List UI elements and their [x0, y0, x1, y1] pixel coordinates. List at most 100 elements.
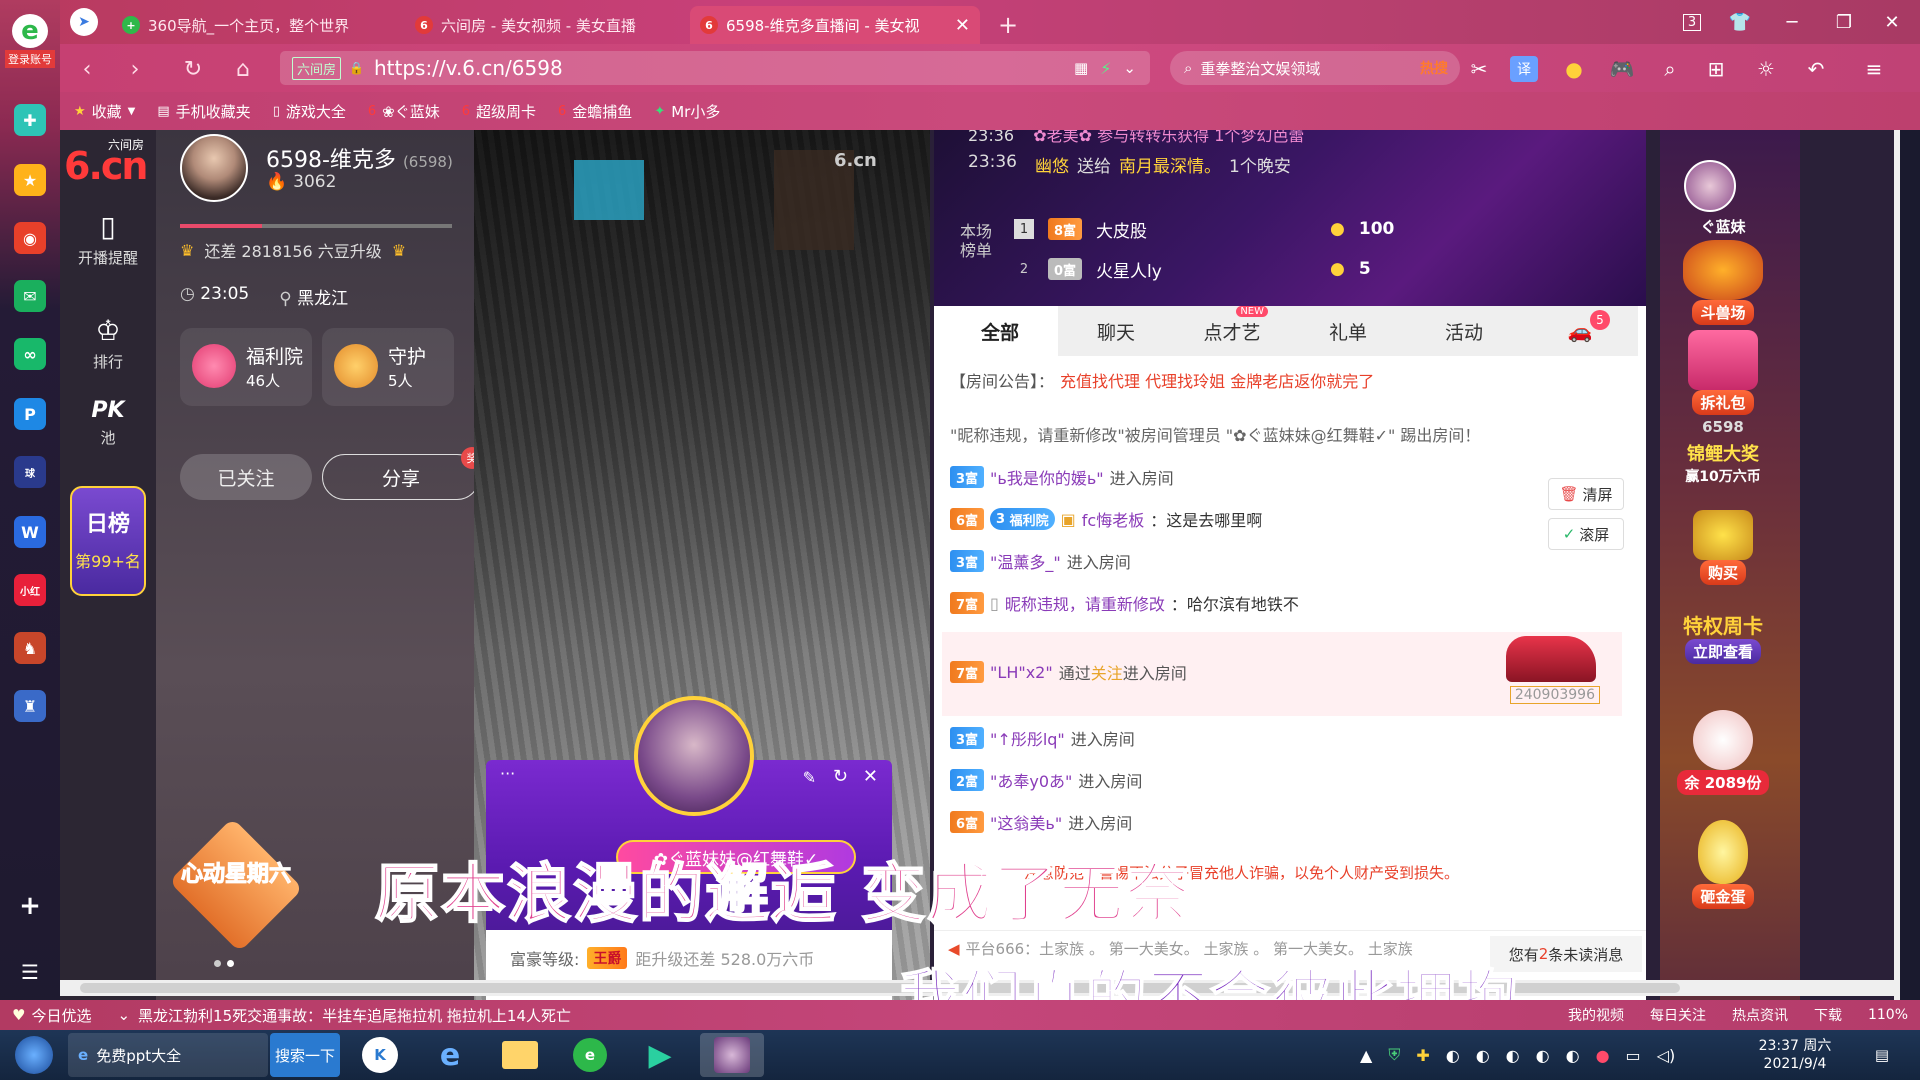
clear-screen-button[interactable]: 🗑 清屏 [1548, 478, 1624, 510]
close-icon[interactable]: ✕ [863, 766, 878, 787]
heartbeat-saturday-banner[interactable]: 心动星期六 [166, 817, 306, 953]
grid-icon[interactable]: ⊞ [1702, 56, 1730, 82]
rail-live-alert[interactable]: ▯ 开播提醒 [60, 210, 156, 268]
tab-activity[interactable]: 活动 [1406, 306, 1522, 356]
promo-koi[interactable]: 锦鲤大奖 赢10万六币 [1668, 440, 1778, 486]
lightning-icon[interactable]: ⚡ [1100, 59, 1111, 78]
sun-icon[interactable]: ☼ [1752, 56, 1780, 82]
word-icon[interactable]: W [14, 516, 46, 548]
host-avatar[interactable] [180, 134, 248, 202]
qr-icon[interactable]: ▦ [1074, 59, 1088, 77]
site-logo[interactable]: 六间房 6.cn [64, 136, 152, 188]
home-icon[interactable]: ⌂ [228, 54, 258, 84]
login-label[interactable]: 登录账号 [5, 50, 55, 68]
app-icon[interactable]: ● [1596, 1046, 1610, 1065]
tab-six-rooms[interactable]: 6 六间房 - 美女视频 - 美女直播 [405, 6, 685, 44]
maximize-icon[interactable]: ❐ [1824, 8, 1864, 36]
tab-live-room[interactable]: 6 6598-维克多直播间 - 美女视 ✕ [690, 6, 980, 44]
new-tab-button[interactable]: + [988, 6, 1018, 44]
rail-pk-pool[interactable]: PK 池 [60, 398, 156, 448]
back-icon[interactable]: ‹ [72, 54, 102, 84]
scroll-screen-button[interactable]: ✓ 滚屏 [1548, 518, 1624, 550]
castle-icon[interactable]: ♜ [14, 690, 46, 722]
taskbar-search-field[interactable]: e 免费ppt大全 [68, 1033, 268, 1077]
vertical-scrollbar[interactable] [1894, 130, 1900, 1030]
qq-icon[interactable]: ◐ [1476, 1046, 1490, 1065]
ranking-row[interactable]: 1 8富 大皮股 ● 100 [1014, 214, 1434, 244]
bookmark-mobile[interactable]: ▤ 手机收藏夹 [157, 101, 250, 122]
search-input[interactable]: ⌕ 重拳整治文娱领域 热搜 [1170, 51, 1460, 85]
mail-icon[interactable]: ✉ [14, 280, 46, 312]
minimize-icon[interactable]: ─ [1772, 8, 1812, 36]
forward-icon[interactable]: › [120, 54, 150, 84]
refresh-icon[interactable]: ↻ [833, 766, 848, 787]
chevron-down-icon[interactable]: ⌄ [1123, 59, 1136, 77]
scissors-icon[interactable]: ✂ [1465, 56, 1493, 82]
qq-icon[interactable]: ◐ [1506, 1046, 1520, 1065]
plus-icon[interactable]: ✚ [1416, 1046, 1429, 1065]
player-icon[interactable]: ▶ [630, 1033, 690, 1077]
send-icon[interactable]: ➤ [66, 8, 102, 36]
hot-search-label[interactable]: 热搜 [1420, 58, 1448, 78]
promo-gift-pack[interactable]: 拆礼包 [1668, 330, 1778, 415]
bookmark-games[interactable]: ▯ 游戏大全 [273, 101, 346, 122]
promo-golden-egg[interactable]: 砸金蛋 [1668, 820, 1778, 909]
link-icon[interactable]: ∞ [14, 338, 46, 370]
rail-ranking[interactable]: ♔ 排行 [60, 314, 156, 372]
close-window-icon[interactable]: ✕ [1872, 8, 1912, 36]
edit-icon[interactable]: ✎ [803, 768, 816, 787]
popup-avatar[interactable] [634, 696, 754, 816]
bookmark-lanmei[interactable]: 6 ❀ぐ蓝妹 [368, 101, 440, 122]
plus-circle-icon[interactable]: ✚ [14, 104, 46, 136]
browser-logo[interactable]: e 登录账号 [5, 14, 55, 68]
coin-icon[interactable]: ● [1560, 56, 1588, 82]
shield-icon[interactable]: ⛨ [1388, 1045, 1400, 1065]
promo-weekly-card[interactable]: 特权周卡 立即查看 [1668, 610, 1778, 664]
volume-icon[interactable]: ◁) [1657, 1046, 1676, 1065]
folder-icon[interactable] [490, 1033, 550, 1077]
tab-talent[interactable]: 点才艺 NEW [1174, 306, 1290, 356]
promo-buy[interactable]: 购买 [1668, 510, 1778, 585]
refresh-icon[interactable]: ↻ [178, 54, 208, 84]
translate-icon[interactable]: 译 [1510, 56, 1538, 82]
gamepad-icon[interactable]: 🎮 [1608, 56, 1636, 82]
status-daily-follow[interactable]: 每日关注 [1650, 1005, 1706, 1025]
status-my-video[interactable]: 我的视频 [1568, 1005, 1624, 1025]
browser-360-icon[interactable]: e [560, 1033, 620, 1077]
status-download[interactable]: 下载 [1814, 1005, 1842, 1025]
qq-icon[interactable]: ◐ [1446, 1046, 1460, 1065]
ie-icon[interactable]: e [420, 1033, 480, 1077]
video-app-icon[interactable] [700, 1033, 764, 1077]
user-avatar[interactable] [1684, 160, 1736, 212]
promo-arena[interactable]: 斗兽场 [1668, 240, 1778, 325]
bookmark-mrxiaoduo[interactable]: ✦ Mr小多 [654, 101, 720, 122]
tab-chat[interactable]: 聊天 [1058, 306, 1174, 356]
share-button[interactable]: 分享 奖 [322, 447, 483, 500]
add-icon[interactable]: + [14, 890, 46, 922]
url-input[interactable]: 六间房 🔒 https://v.6.cn/6598 ▦ ⚡ ⌄ [280, 51, 1150, 85]
kuwo-icon[interactable]: K [350, 1033, 410, 1077]
tab-360-nav[interactable]: + 360导航_一个主页，整个世界 [112, 6, 402, 44]
undo-icon[interactable]: ↶ [1802, 56, 1830, 82]
carousel-dots[interactable] [214, 960, 234, 967]
network-icon[interactable]: ▭ [1626, 1046, 1641, 1065]
status-hot-news[interactable]: 热点资讯 [1732, 1005, 1788, 1025]
more-icon[interactable]: ··· [500, 764, 515, 783]
close-tab-icon[interactable]: ✕ [955, 15, 970, 36]
status-zoom[interactable]: 110% [1868, 1007, 1908, 1023]
magnifier-icon[interactable]: ⌕ [1656, 56, 1684, 82]
ball-icon[interactable]: 球 [14, 456, 46, 488]
bookmark-favorites[interactable]: ★ 收藏 ▼ [74, 101, 135, 122]
status-today[interactable]: 今日优选 [31, 1005, 91, 1026]
tab-count-badge[interactable]: 3 [1672, 8, 1712, 36]
chevron-up-icon[interactable]: ▲ [1360, 1046, 1372, 1065]
clock[interactable]: 23:37 周六 2021/9/4 [1740, 1033, 1850, 1077]
game-icon[interactable]: ♞ [14, 632, 46, 664]
bookmark-weekly-card[interactable]: 6 超级周卡 [462, 101, 536, 122]
promo-user[interactable]: ぐ蓝妹 [1668, 216, 1778, 237]
ranking-title[interactable]: 本场榜单 [956, 222, 996, 260]
shirt-icon[interactable]: 👕 [1720, 8, 1760, 36]
taskbar-search-button[interactable]: 搜索一下 [270, 1033, 340, 1077]
news-headline[interactable]: 黑龙江勃利15死交通事故：半挂车追尾拖拉机 拖拉机上14人死亡 [138, 1005, 571, 1026]
daily-rank-card[interactable]: 日榜 第99+名 [70, 486, 146, 596]
